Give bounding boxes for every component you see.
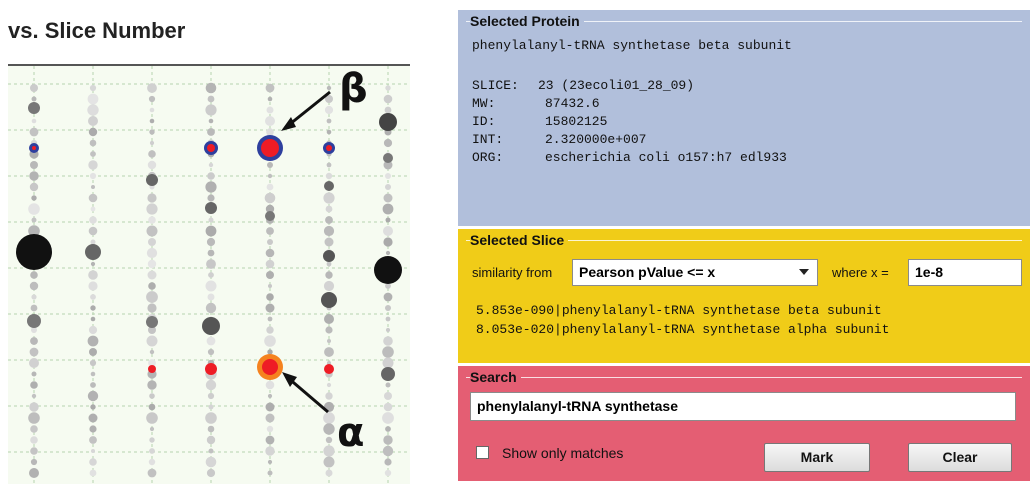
similarity-dropdown[interactable]: Pearson pValue <= x bbox=[572, 259, 818, 286]
mark-button[interactable]: Mark bbox=[764, 443, 870, 472]
chevron-down-icon[interactable] bbox=[799, 269, 809, 275]
clear-button[interactable]: Clear bbox=[908, 443, 1012, 472]
search-input[interactable]: phenylalanyl-tRNA synthetase bbox=[470, 392, 1016, 421]
selected-slice-title: Selected Slice bbox=[470, 232, 569, 248]
selected-protein-title: Selected Protein bbox=[470, 13, 584, 29]
show-only-matches-checkbox[interactable] bbox=[476, 446, 489, 459]
org-value: escherichia coli o157:h7 edl933 bbox=[545, 150, 787, 165]
similarity-label: similarity from bbox=[472, 265, 553, 280]
int-label: INT: bbox=[472, 132, 504, 147]
org-label: ORG: bbox=[472, 150, 504, 165]
selected-protein-panel: Selected Protein phenylalanyl-tRNA synth… bbox=[458, 10, 1030, 226]
selected-slice-panel: Selected Slice similarity from Pearson p… bbox=[458, 229, 1030, 363]
mw-value: 87432.6 bbox=[545, 96, 600, 111]
search-title: Search bbox=[470, 369, 521, 385]
show-only-matches-label[interactable]: Show only matches bbox=[502, 445, 623, 461]
id-value: 15802125 bbox=[545, 114, 608, 129]
search-query: phenylalanyl-tRNA synthetase bbox=[477, 398, 678, 414]
alpha-label: α bbox=[337, 410, 365, 456]
protein-name: phenylalanyl-tRNA synthetase beta subuni… bbox=[472, 38, 792, 53]
slice-label: SLICE: bbox=[472, 78, 519, 93]
slice-value: 23 (23ecoli01_28_09) bbox=[538, 78, 695, 93]
mw-label: MW: bbox=[472, 96, 496, 111]
x-value-input[interactable]: 1e-8 bbox=[908, 259, 1022, 286]
id-label: ID: bbox=[472, 114, 496, 129]
similarity-value: Pearson pValue <= x bbox=[579, 264, 716, 280]
search-panel: Search phenylalanyl-tRNA synthetase Show… bbox=[458, 366, 1030, 481]
result-row[interactable]: 5.853e-090|phenylalanyl-tRNA synthetase … bbox=[476, 303, 882, 318]
groupbox-border bbox=[466, 377, 1022, 378]
where-label: where x = bbox=[832, 265, 889, 280]
result-row[interactable]: 8.053e-020|phenylalanyl-tRNA synthetase … bbox=[476, 322, 889, 337]
int-value: 2.320000e+007 bbox=[545, 132, 647, 147]
x-value-text: 1e-8 bbox=[915, 264, 944, 280]
beta-label: β bbox=[339, 66, 368, 112]
